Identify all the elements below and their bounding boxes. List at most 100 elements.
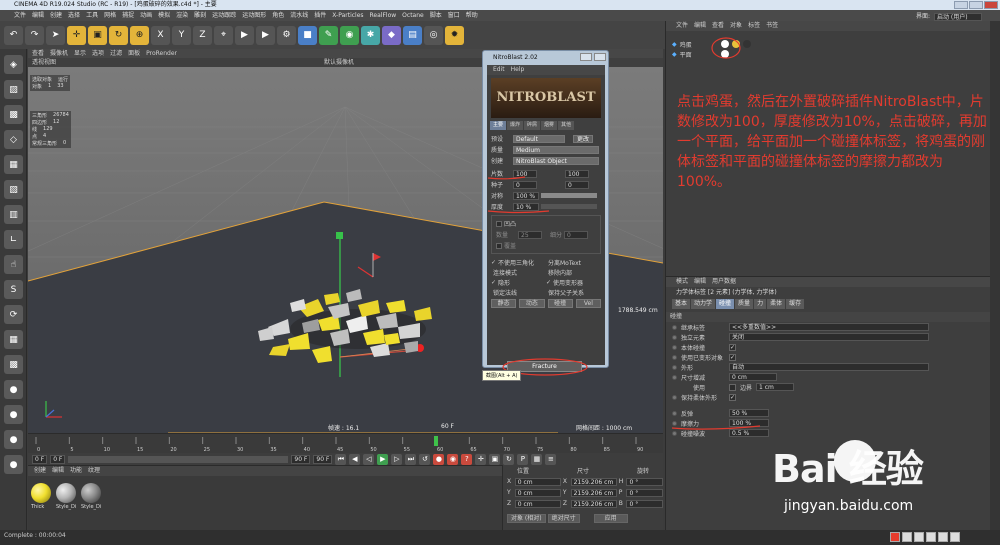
menu-sculpt[interactable]: 雕刻: [194, 10, 206, 21]
polygons-mode-icon[interactable]: ▥: [4, 205, 23, 224]
material-thumb[interactable]: Thick: [31, 483, 53, 510]
dialog-minimize-button[interactable]: [580, 53, 592, 61]
grid-icon[interactable]: ▦: [4, 330, 23, 349]
menu-select[interactable]: 选择: [68, 10, 80, 21]
tab-mass[interactable]: 质量: [735, 299, 754, 309]
y-axis-knob[interactable]: [336, 232, 343, 239]
nb-tab-smoke[interactable]: 烟雾: [541, 121, 558, 130]
scale-icon[interactable]: ▣: [88, 25, 107, 45]
sphere-icon-3[interactable]: ●: [4, 430, 23, 449]
param-key-icon[interactable]: P: [517, 453, 529, 465]
deformer-icon[interactable]: ◆: [382, 25, 401, 45]
menu-animate[interactable]: 动画: [140, 10, 152, 21]
inherit-tag-select[interactable]: <<多重数值>>: [729, 323, 929, 331]
tray-icon[interactable]: [926, 532, 936, 542]
play-icon[interactable]: ▶: [377, 453, 389, 465]
move-icon[interactable]: ✛: [67, 25, 86, 45]
model-mode-icon[interactable]: ▨: [4, 80, 23, 99]
option-checkbox[interactable]: ✓: [491, 259, 496, 266]
loop-icon[interactable]: ↺: [419, 453, 431, 465]
minimize-button[interactable]: [954, 1, 968, 9]
light-icon[interactable]: ✹: [445, 25, 464, 45]
subdivision-icon[interactable]: ◉: [340, 25, 359, 45]
texture-mode-icon[interactable]: ▩: [4, 105, 23, 124]
menu-mesh[interactable]: 网格: [104, 10, 116, 21]
seed-field[interactable]: 0: [513, 180, 537, 189]
range-slider[interactable]: [68, 455, 289, 463]
menu-motion-tracking[interactable]: 运动跟踪: [212, 10, 236, 21]
pos-x-field[interactable]: 0 cm: [514, 477, 561, 486]
tray-icon[interactable]: [938, 532, 948, 542]
attr-menu-edit[interactable]: 编辑: [694, 277, 706, 287]
keep-shape-checkbox[interactable]: ✓: [729, 393, 736, 401]
next-frame-icon[interactable]: ▷: [391, 453, 403, 465]
attr-menu-userdata[interactable]: 用户数据: [712, 277, 736, 287]
recent-tool-icon[interactable]: ⊕: [130, 25, 149, 45]
tweak-mode-icon[interactable]: ☝: [4, 255, 23, 274]
material-thumb[interactable]: Style_Di: [56, 483, 78, 510]
menu-mograph[interactable]: 运动图形: [242, 10, 266, 21]
smooth-field[interactable]: 0: [564, 230, 589, 239]
layout-select[interactable]: 启动 (用户): [934, 12, 982, 21]
menu-file[interactable]: 文件: [14, 10, 26, 21]
x-axis-icon[interactable]: X: [151, 25, 170, 45]
tab-collision[interactable]: 碰撞: [716, 299, 735, 309]
range-end-field[interactable]: 90 F: [291, 454, 311, 464]
menu-pipeline[interactable]: 流水线: [290, 10, 308, 21]
mat-menu-create[interactable]: 创建: [34, 466, 46, 476]
close-button[interactable]: [984, 1, 998, 9]
camera-icon[interactable]: ◎: [424, 25, 443, 45]
menu-plugins[interactable]: 插件: [314, 10, 326, 21]
vp-menu-cameras[interactable]: 摄像机: [50, 49, 68, 58]
pos-z-field[interactable]: 0 cm: [514, 499, 561, 508]
pos-y-field[interactable]: 0 cm: [514, 488, 561, 497]
vel-button[interactable]: Vel: [575, 299, 601, 308]
nb-tab-debris[interactable]: 碎屑: [524, 121, 541, 130]
rot-p-field[interactable]: 0 °: [626, 488, 664, 497]
mat-menu-texture[interactable]: 纹理: [88, 466, 100, 476]
apply-button[interactable]: 应用: [593, 514, 628, 523]
size-z-field[interactable]: 2159.206 cm: [570, 499, 617, 508]
workplane-icon[interactable]: ◇: [4, 130, 23, 149]
keyframe-selection-icon[interactable]: ?: [461, 453, 473, 465]
environment-icon[interactable]: ▤: [403, 25, 422, 45]
cap-checkbox[interactable]: [496, 242, 502, 249]
menu-script[interactable]: 脚本: [430, 10, 442, 21]
z-axis-icon[interactable]: Z: [193, 25, 212, 45]
rot-b-field[interactable]: 0 °: [626, 499, 664, 508]
axis-mode-icon[interactable]: ∟: [4, 230, 23, 249]
nb-menu-help[interactable]: Help: [511, 65, 525, 75]
tab-force[interactable]: 力: [754, 299, 767, 309]
dynamic-button[interactable]: 动态: [519, 299, 545, 308]
vp-menu-filter[interactable]: 过滤: [110, 49, 122, 58]
workplane-lock-icon[interactable]: ⟳: [4, 305, 23, 324]
y-axis-icon[interactable]: Y: [172, 25, 191, 45]
size-y-field[interactable]: 2159.206 cm: [570, 488, 617, 497]
nb-tab-explosion[interactable]: 爆炸: [507, 121, 524, 130]
start-frame-field[interactable]: 0 F: [32, 454, 48, 464]
tab-cache[interactable]: 缓存: [786, 299, 805, 309]
margin-field[interactable]: 1 cm: [756, 383, 795, 391]
tab-soft-body[interactable]: 柔体: [767, 299, 786, 309]
playhead[interactable]: [434, 436, 438, 446]
rotate-icon[interactable]: ↻: [109, 25, 128, 45]
points-mode-icon[interactable]: ▦: [4, 155, 23, 174]
tab-dynamics[interactable]: 动力学: [691, 299, 716, 309]
preset-change-button[interactable]: 更改: [573, 134, 594, 143]
count-field[interactable]: 25: [518, 230, 542, 239]
bump-checkbox[interactable]: [496, 220, 502, 227]
size-mode-select[interactable]: 绝对尺寸: [547, 514, 580, 523]
dialog-close-button[interactable]: [594, 53, 606, 61]
maximize-button[interactable]: [969, 1, 983, 9]
bounce-field[interactable]: 50 %: [729, 409, 769, 417]
menu-snap[interactable]: 捕捉: [122, 10, 134, 21]
option-checkbox[interactable]: ✓: [491, 279, 496, 286]
pieces-max-field[interactable]: 100: [565, 169, 589, 178]
solo-icon[interactable]: ▩: [4, 355, 23, 374]
size-x-field[interactable]: 2159.206 cm: [570, 477, 617, 486]
obj-menu-tags[interactable]: 标签: [748, 21, 760, 31]
mirror-field[interactable]: 100 %: [513, 191, 539, 200]
render-settings-icon[interactable]: ⚙: [277, 25, 296, 45]
nb-menu-edit[interactable]: Edit: [493, 65, 505, 75]
obj-menu-view[interactable]: 查看: [712, 21, 724, 31]
